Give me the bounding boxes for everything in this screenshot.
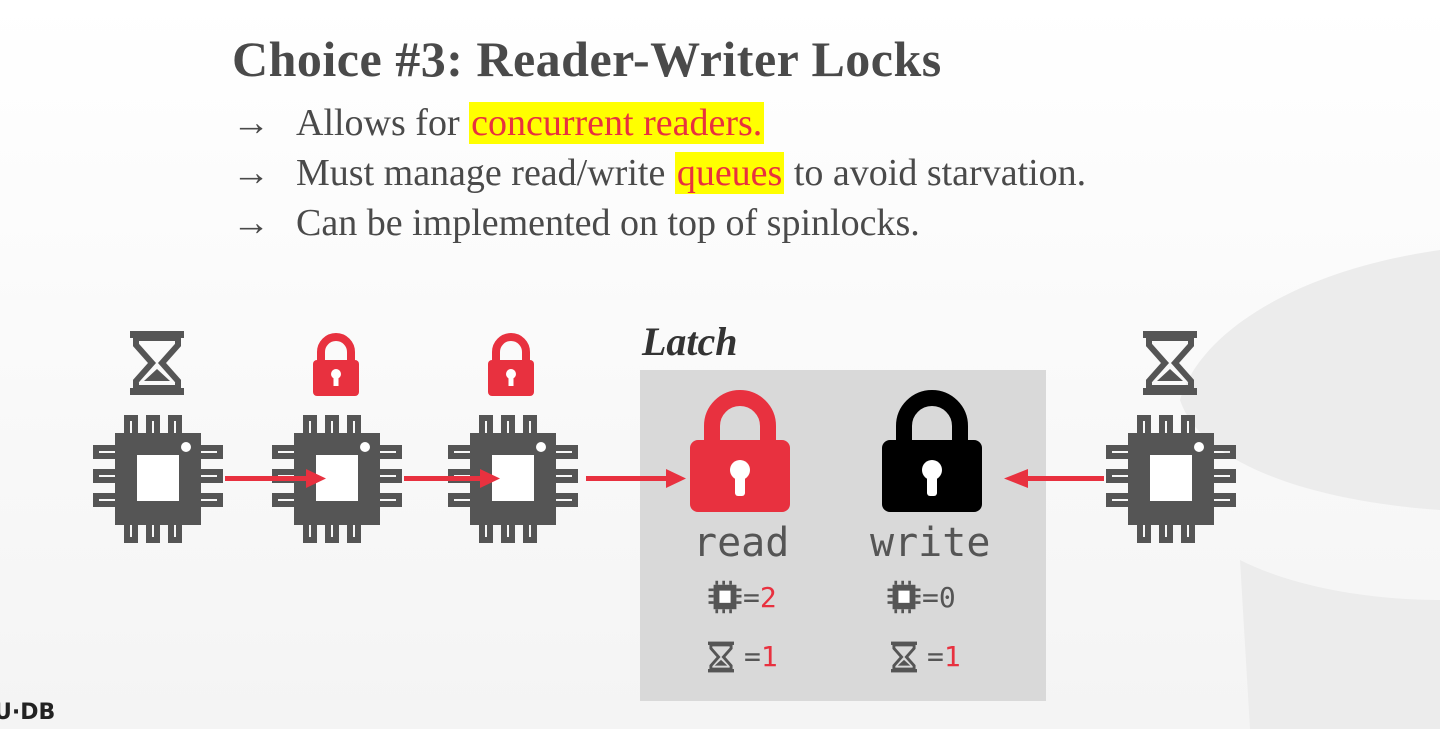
read-cpu-value: 2 [759, 580, 777, 614]
arrow-right [404, 469, 500, 488]
write-cpu-count: = 0 [886, 580, 956, 614]
write-wait-count: = 1 [891, 640, 961, 673]
write-label: write [870, 520, 991, 566]
write-lock-icon [882, 390, 982, 512]
write-wait-value: 1 [943, 640, 961, 673]
footer-logo: U·DB [0, 700, 56, 725]
equals-sign: = [922, 580, 939, 614]
arrow-left [1004, 469, 1104, 488]
read-cpu-count: = 2 [707, 580, 777, 614]
arrow-right [225, 469, 326, 488]
arrow-right [586, 469, 686, 488]
read-label: read [693, 520, 790, 566]
cpu-icon [708, 580, 742, 614]
hourglass-icon [708, 641, 734, 672]
hourglass-icon [891, 641, 917, 672]
arrows-layer [225, 469, 1104, 488]
read-lock-icon [690, 390, 790, 512]
equals-sign: = [744, 640, 761, 673]
equals-sign: = [743, 580, 760, 614]
read-wait-count: = 1 [708, 640, 778, 673]
read-wait-value: 1 [760, 640, 778, 673]
cpu-icon [887, 580, 921, 614]
write-cpu-value: 0 [938, 580, 956, 614]
equals-sign: = [927, 640, 944, 673]
